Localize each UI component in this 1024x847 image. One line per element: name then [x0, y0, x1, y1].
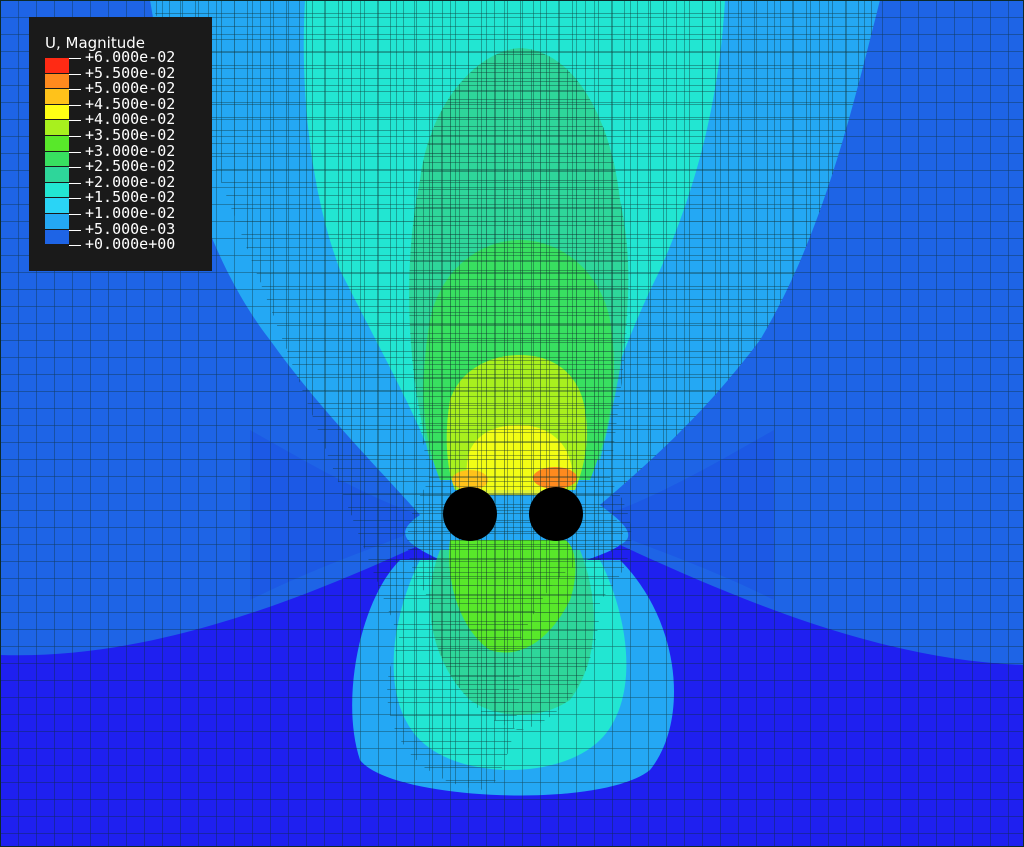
legend-tick-labels: +6.000e-02 +5.500e-02 +5.000e-02 +4.500e…	[68, 49, 175, 253]
contour-plot-viewport[interactable]: U, Magnitude +6.000e-02 +5.500e-02 +5.00…	[0, 0, 1024, 847]
legend-color-swatch	[45, 213, 69, 230]
legend-color-swatch	[45, 120, 69, 136]
legend-color-bar	[45, 58, 69, 246]
legend-color-swatch	[45, 198, 69, 214]
legend-color-swatch	[45, 151, 69, 168]
legend-color-swatch	[45, 182, 69, 199]
legend-color-swatch	[45, 229, 69, 246]
legend-tick-label: +0.000e+00	[68, 237, 175, 253]
mesh-grid-fine	[407, 48, 632, 730]
legend-color-swatch	[45, 135, 69, 152]
contour-legend: U, Magnitude +6.000e-02 +5.500e-02 +5.00…	[29, 17, 212, 271]
legend-color-swatch	[45, 89, 69, 105]
legend-color-swatch	[45, 104, 69, 121]
tunnel-hole-left	[443, 487, 497, 541]
legend-color-swatch	[45, 73, 69, 90]
legend-color-swatch	[45, 167, 69, 183]
legend-body: +6.000e-02 +5.500e-02 +5.000e-02 +4.500e…	[45, 49, 212, 264]
tunnel-hole-right	[529, 487, 583, 541]
legend-color-swatch	[45, 58, 69, 74]
